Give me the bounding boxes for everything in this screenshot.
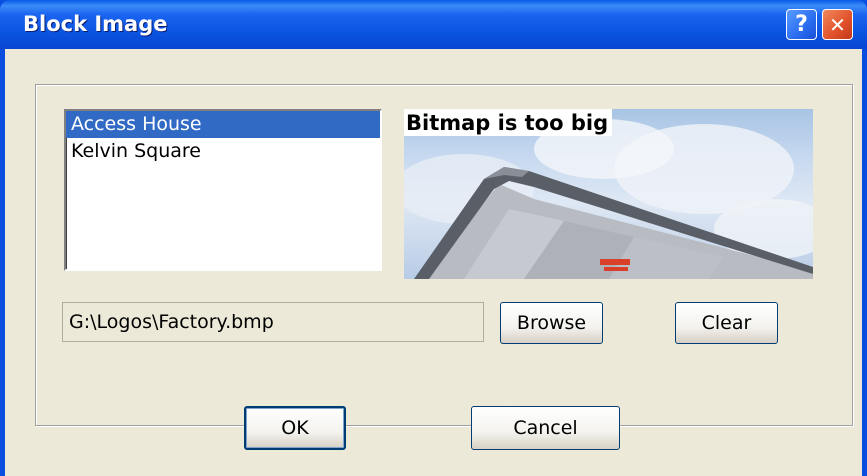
- cancel-button[interactable]: Cancel: [471, 406, 620, 450]
- close-icon: ✕: [829, 12, 846, 37]
- image-preview: Bitmap is too big: [404, 109, 813, 279]
- title-bar[interactable]: Block Image ? ✕: [0, 0, 867, 49]
- help-button[interactable]: ?: [786, 9, 817, 40]
- list-item-access-house[interactable]: Access House: [66, 111, 380, 138]
- close-button[interactable]: ✕: [822, 9, 853, 40]
- browse-button[interactable]: Browse: [500, 302, 603, 344]
- block-list[interactable]: Access House Kelvin Square: [64, 109, 382, 271]
- file-path-field: G:\Logos\Factory.bmp: [62, 302, 484, 342]
- preview-message: Bitmap is too big: [404, 109, 613, 136]
- list-item-kelvin-square[interactable]: Kelvin Square: [66, 138, 380, 165]
- ok-button[interactable]: OK: [244, 406, 346, 450]
- dialog-client-area: Access House Kelvin Square Bitmap is too…: [5, 49, 862, 476]
- question-icon: ?: [795, 12, 808, 37]
- clear-button[interactable]: Clear: [675, 302, 778, 344]
- block-image-dialog: Block Image ? ✕ Access House Kelvin Squa…: [0, 0, 867, 476]
- dialog-title: Block Image: [23, 12, 168, 36]
